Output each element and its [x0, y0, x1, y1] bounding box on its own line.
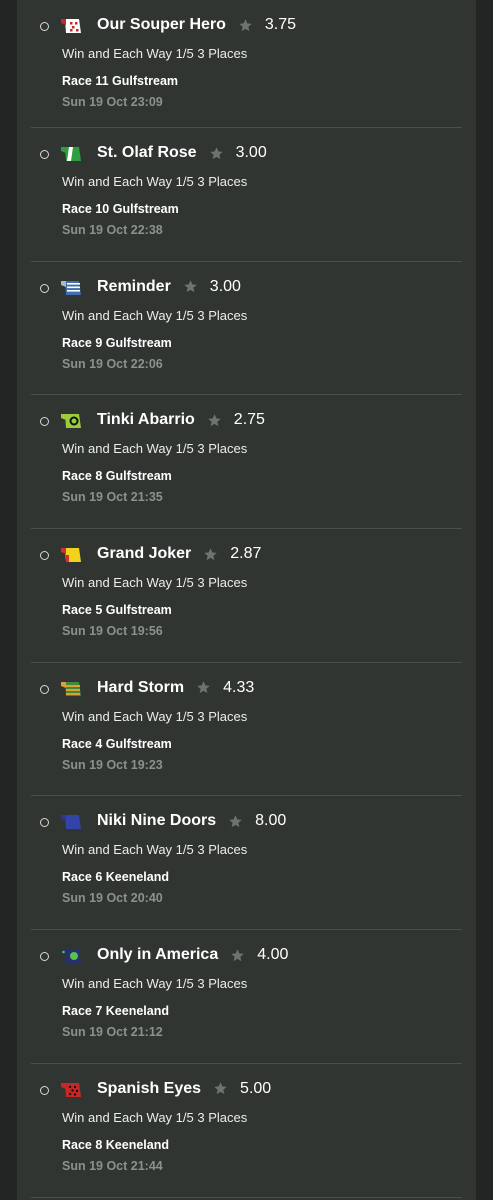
- market-label: Win and Each Way 1/5 3 Places: [62, 575, 248, 591]
- horse-name: Hard Storm: [97, 678, 185, 696]
- odds-value: 3.75: [264, 16, 297, 33]
- select-radio[interactable]: [40, 952, 49, 962]
- favourite-star-icon[interactable]: [207, 413, 222, 428]
- race-label: Race 9 Gulfstream: [62, 335, 172, 350]
- select-radio[interactable]: [40, 150, 49, 159]
- market-label: Win and Each Way 1/5 3 Places: [62, 307, 248, 323]
- bet-row[interactable]: Tinki Abarrio 2.75 Win and Each Way 1/5 …: [31, 395, 462, 530]
- horse-name: Reminder: [97, 277, 171, 295]
- bet-row[interactable]: Our Souper Hero 3.75 Win and Each Way 1/…: [31, 0, 462, 128]
- select-radio[interactable]: [40, 818, 49, 828]
- race-time: Sun 19 Oct 21:44: [62, 1158, 163, 1173]
- race-time: Sun 19 Oct 20:40: [62, 891, 163, 906]
- bet-row[interactable]: Spanish Eyes 5.00 Win and Each Way 1/5 3…: [31, 1064, 462, 1198]
- market-label: Win and Each Way 1/5 3 Places: [62, 441, 248, 457]
- race-label: Race 8 Gulfstream: [62, 469, 172, 484]
- race-time: Sun 19 Oct 21:35: [62, 490, 163, 505]
- jockey-silk-icon: [61, 145, 83, 163]
- odds-value: 4.00: [257, 946, 289, 964]
- select-radio[interactable]: [40, 22, 49, 31]
- favourite-star-icon[interactable]: [228, 814, 243, 829]
- bet-row[interactable]: Only in America 4.00 Win and Each Way 1/…: [31, 930, 462, 1064]
- horse-name: Only in America: [97, 946, 219, 964]
- bet-list: Our Souper Hero 3.75 Win and Each Way 1/…: [17, 0, 476, 1198]
- jockey-silk-icon: [61, 1081, 83, 1099]
- odds-value: 3.00: [209, 277, 241, 295]
- favourite-star-icon[interactable]: [213, 1081, 228, 1096]
- market-label: Win and Each Way 1/5 3 Places: [62, 842, 248, 858]
- select-radio[interactable]: [40, 684, 49, 694]
- favourite-star-icon[interactable]: [238, 18, 253, 33]
- jockey-silk-icon: [61, 412, 83, 430]
- race-time: Sun 19 Oct 19:23: [62, 757, 163, 772]
- jockey-silk-icon: [61, 813, 83, 831]
- odds-value: 8.00: [255, 812, 287, 830]
- select-radio[interactable]: [40, 283, 49, 293]
- jockey-silk-icon: [61, 947, 83, 965]
- bet-row[interactable]: Niki Nine Doors 8.00 Win and Each Way 1/…: [31, 796, 462, 931]
- favourite-star-icon[interactable]: [196, 680, 211, 695]
- horse-name: St. Olaf Rose: [97, 144, 197, 161]
- jockey-silk-icon: [61, 17, 83, 35]
- odds-value: 5.00: [240, 1079, 272, 1097]
- odds-value: 2.87: [230, 545, 262, 563]
- jockey-silk-icon: [61, 279, 83, 297]
- select-radio[interactable]: [40, 1085, 49, 1095]
- horse-name: Tinki Abarrio: [97, 411, 195, 429]
- odds-value: 2.75: [233, 411, 265, 429]
- bet-row[interactable]: Reminder 3.00 Win and Each Way 1/5 3 Pla…: [31, 262, 462, 396]
- select-radio[interactable]: [40, 417, 49, 427]
- odds-value: 4.33: [223, 678, 255, 696]
- right-gutter: [476, 0, 493, 1200]
- race-time: Sun 19 Oct 21:12: [62, 1025, 163, 1040]
- jockey-silk-icon: [61, 546, 83, 564]
- favourite-star-icon[interactable]: [203, 547, 218, 562]
- favourite-star-icon[interactable]: [183, 279, 198, 294]
- race-label: Race 10 Gulfstream: [62, 202, 179, 216]
- select-radio[interactable]: [40, 551, 49, 561]
- horse-name: Spanish Eyes: [97, 1079, 202, 1097]
- horse-name: Our Souper Hero: [97, 16, 226, 33]
- bet-row[interactable]: St. Olaf Rose 3.00 Win and Each Way 1/5 …: [31, 128, 462, 262]
- race-time: Sun 19 Oct 22:06: [62, 356, 163, 371]
- horse-name: Niki Nine Doors: [97, 812, 217, 830]
- odds-value: 3.00: [235, 144, 267, 161]
- market-label: Win and Each Way 1/5 3 Places: [62, 1109, 248, 1125]
- market-label: Win and Each Way 1/5 3 Places: [62, 174, 248, 189]
- favourite-star-icon[interactable]: [230, 948, 245, 963]
- race-label: Race 7 Keeneland: [62, 1004, 169, 1019]
- race-label: Race 11 Gulfstream: [62, 74, 179, 88]
- left-gutter: [0, 0, 17, 1200]
- bet-row[interactable]: Hard Storm 4.33 Win and Each Way 1/5 3 P…: [31, 663, 462, 797]
- race-label: Race 4 Gulfstream: [62, 736, 172, 751]
- jockey-silk-icon: [61, 680, 83, 698]
- favourite-star-icon[interactable]: [209, 146, 224, 161]
- race-time: Sun 19 Oct 23:09: [62, 95, 163, 109]
- race-time: Sun 19 Oct 19:56: [62, 624, 163, 639]
- market-label: Win and Each Way 1/5 3 Places: [62, 46, 248, 61]
- market-label: Win and Each Way 1/5 3 Places: [62, 976, 248, 992]
- race-label: Race 6 Keeneland: [62, 870, 169, 885]
- horse-name: Grand Joker: [97, 545, 192, 563]
- race-time: Sun 19 Oct 22:38: [62, 223, 163, 237]
- bet-row[interactable]: Grand Joker 2.87 Win and Each Way 1/5 3 …: [31, 529, 462, 663]
- market-label: Win and Each Way 1/5 3 Places: [62, 708, 248, 724]
- race-label: Race 8 Keeneland: [62, 1137, 169, 1152]
- race-label: Race 5 Gulfstream: [62, 603, 172, 618]
